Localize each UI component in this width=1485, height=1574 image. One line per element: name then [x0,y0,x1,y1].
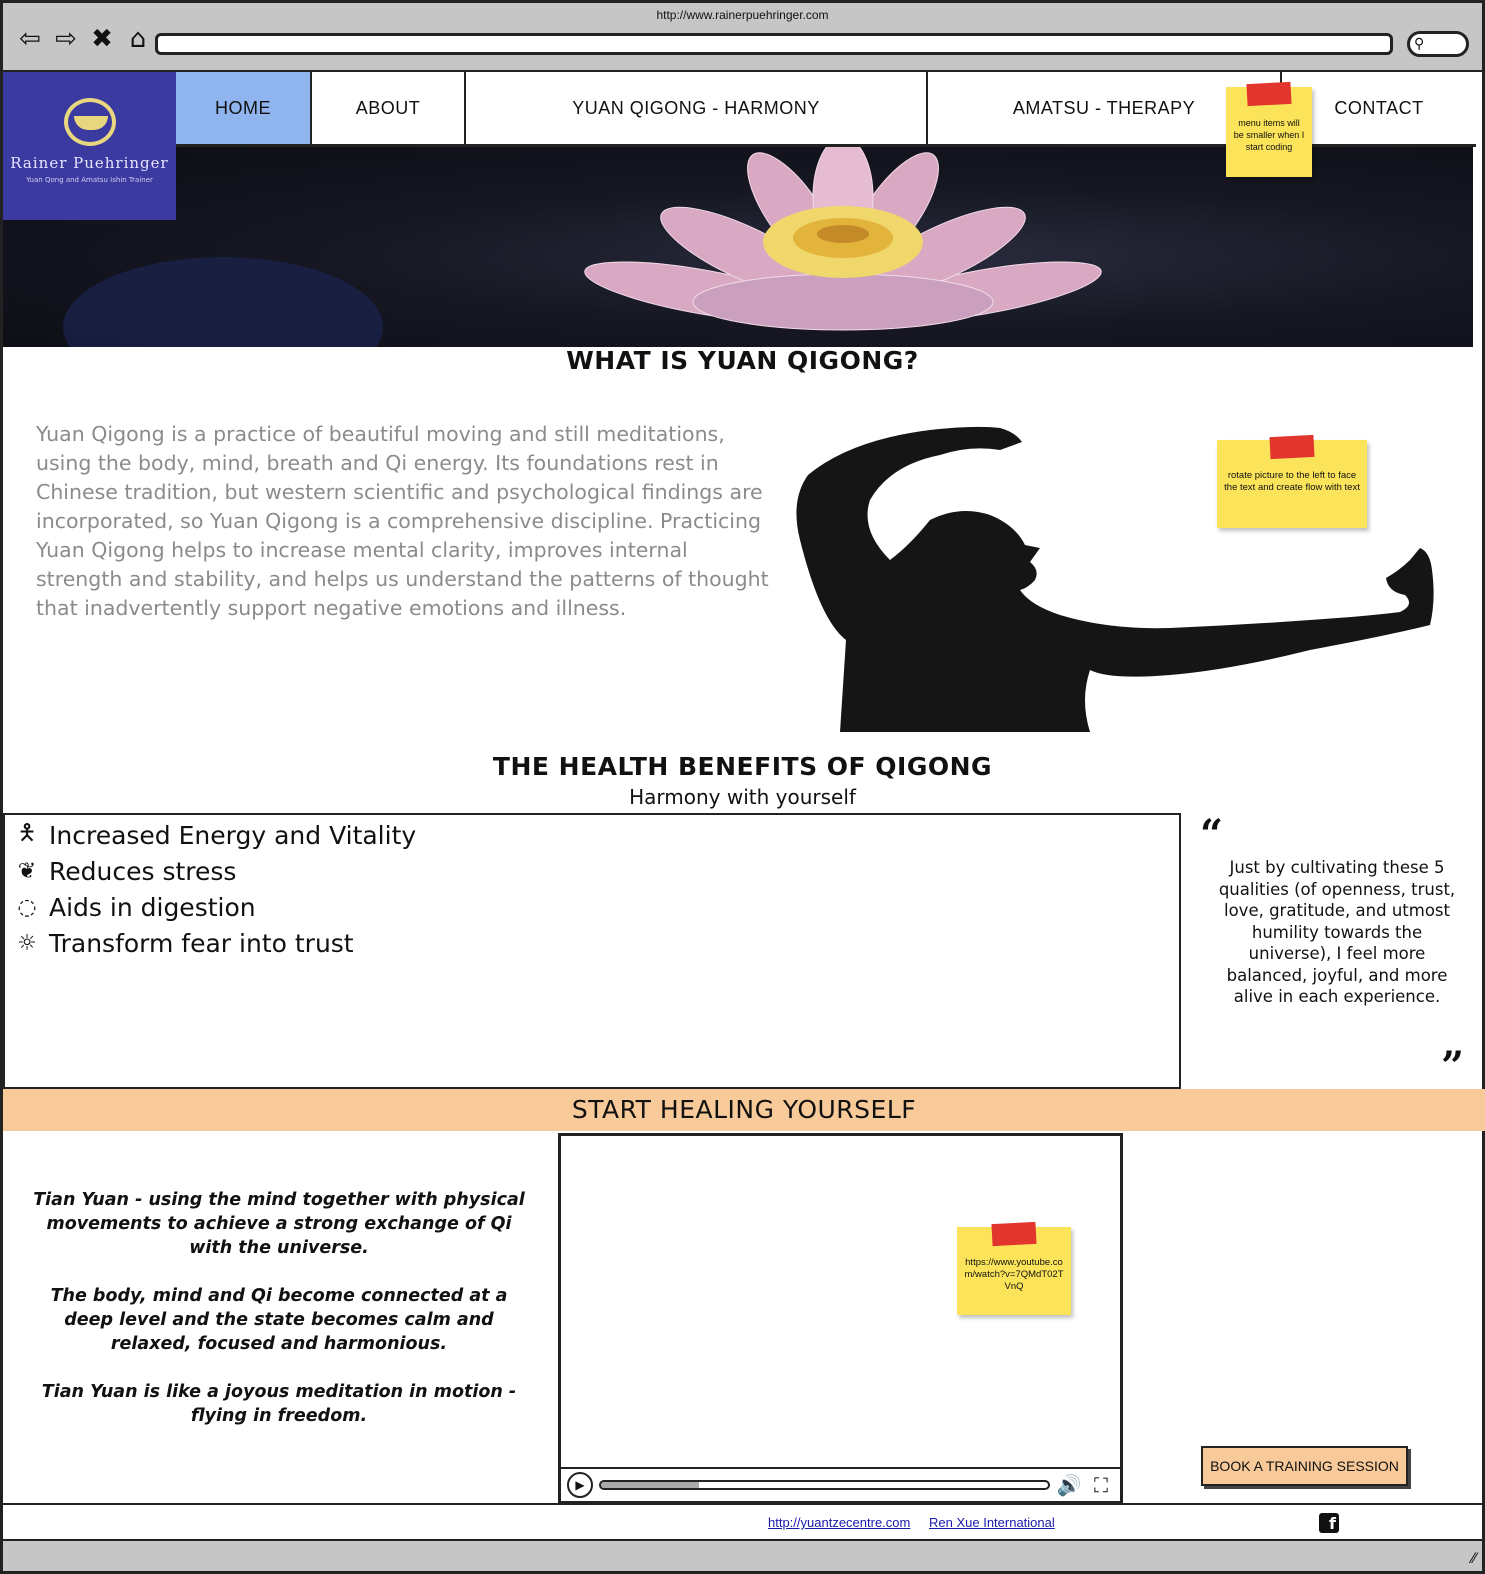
video-seek-bar[interactable] [599,1480,1050,1490]
logo-mark-icon [63,98,116,146]
benefit-item: 🯅 Increased Energy and Vitality [13,817,1179,853]
quote-close-icon: ” [1440,1043,1464,1090]
video-player[interactable]: ▶ 🔊 ⛶ [558,1133,1123,1504]
lotus-flower-image [584,147,1102,331]
tape-icon [1246,81,1292,107]
tape-icon [1269,434,1315,460]
close-icon[interactable]: ✖ [87,23,117,55]
browser-chrome: http://www.rainerpuehringer.com ⇦ ⇨ ✖ ⌂ … [0,0,1485,72]
book-session-button[interactable]: BOOK A TRAINING SESSION [1201,1446,1408,1486]
tian-yuan-text: Tian Yuan - using the mind together with… [24,1188,534,1452]
site-logo[interactable]: Rainer Puehringer Yuan Qong and Amatsu I… [3,72,176,220]
tian-paragraph: Tian Yuan - using the mind together with… [33,1190,525,1258]
video-controls: ▶ 🔊 ⛶ [561,1467,1120,1501]
back-icon[interactable]: ⇦ [15,23,45,55]
logo-name: Rainer Puehringer [10,154,169,172]
healing-heading: START HEALING YOURSELF [3,1089,1485,1131]
hero-banner [3,147,1473,347]
benefits-panel: 🯅 Increased Energy and Vitality ❦ Reduces … [3,813,1181,1089]
facebook-icon[interactable]: f [1319,1513,1339,1533]
benefit-item: ❦ Reduces stress [13,853,1179,889]
tian-paragraph: The body, mind and Qi become connected a… [50,1286,508,1354]
what-heading: WHAT IS YUAN QIGONG? [566,346,919,375]
tian-paragraph: Tian Yuan is like a joyous meditation in… [41,1382,517,1426]
benefits-subheading: Harmony with yourself [629,785,856,809]
volume-icon[interactable]: 🔊 [1056,1473,1082,1497]
play-icon[interactable]: ▶ [567,1472,593,1498]
browser-nav: ⇦ ⇨ ✖ ⌂ [15,23,153,55]
benefits-list: 🯅 Increased Energy and Vitality ❦ Reduces … [5,815,1179,961]
benefits-heading: THE HEALTH BENEFITS OF QIGONG [492,752,993,781]
footer: http://yuantzecentre.com Ren Xue Interna… [3,1503,1482,1541]
stomach-icon: ◌ [17,894,37,920]
sticky-note-video-text: https://www.youtube.com/watch?v=7QMdT02T… [964,1257,1064,1292]
benefit-label: Reduces stress [49,856,237,886]
address-bar[interactable] [155,33,1393,55]
browser-url: http://www.rainerpuehringer.com [656,8,829,22]
video-progress [601,1482,700,1488]
forward-icon[interactable]: ⇨ [51,23,81,55]
fullscreen-icon[interactable]: ⛶ [1088,1473,1114,1497]
benefit-label: Increased Energy and Vitality [49,820,417,850]
testimonial-quote: “ Just by cultivating these 5 qualities … [1198,811,1468,1090]
footer-link-yuantze[interactable]: http://yuantzecentre.com [768,1515,910,1530]
benefit-label: Transform fear into trust [49,928,354,958]
what-description: Yuan Qigong is a practice of beautiful m… [36,422,769,620]
sticky-note-picture: rotate picture to the left to face the t… [1217,434,1367,528]
sun-icon: ☼ [17,930,37,956]
nav-home[interactable]: HOME [176,72,312,144]
browser-status-bar: ⁄⁄ [0,1541,1485,1574]
sticky-note-picture-text: rotate picture to the left to face the t… [1224,470,1360,493]
tape-icon [991,1221,1037,1247]
footer-link-renxue[interactable]: Ren Xue International [929,1515,1055,1530]
benefit-item: ◌ Aids in digestion [13,889,1179,925]
nav-about[interactable]: ABOUT [312,72,466,144]
quote-open-icon: “ [1200,811,1224,858]
person-icon: 🯅 [17,821,37,846]
home-icon[interactable]: ⌂ [123,23,153,55]
leaf-icon: ❦ [17,858,37,884]
quote-text: Just by cultivating these 5 qualities (o… [1218,858,1456,1006]
nav-yuan-qigong[interactable]: YUAN QIGONG - HARMONY [466,72,928,144]
benefit-label: Aids in digestion [49,892,256,922]
logo-tagline: Yuan Qong and Amatsu Ishin Trainer [26,176,153,184]
lily-pad-shape [63,257,383,347]
sticky-note-menu-text: menu items will be smaller when I start … [1233,118,1305,152]
sticky-note-menu: menu items will be smaller when I start … [1226,81,1312,177]
search-icon[interactable]: ⚲ [1407,31,1469,57]
benefit-item: ☼ Transform fear into trust [13,925,1179,961]
sticky-note-video: https://www.youtube.com/watch?v=7QMdT02T… [957,1221,1071,1315]
resize-grip-icon[interactable]: ⁄⁄ [1471,1551,1476,1567]
